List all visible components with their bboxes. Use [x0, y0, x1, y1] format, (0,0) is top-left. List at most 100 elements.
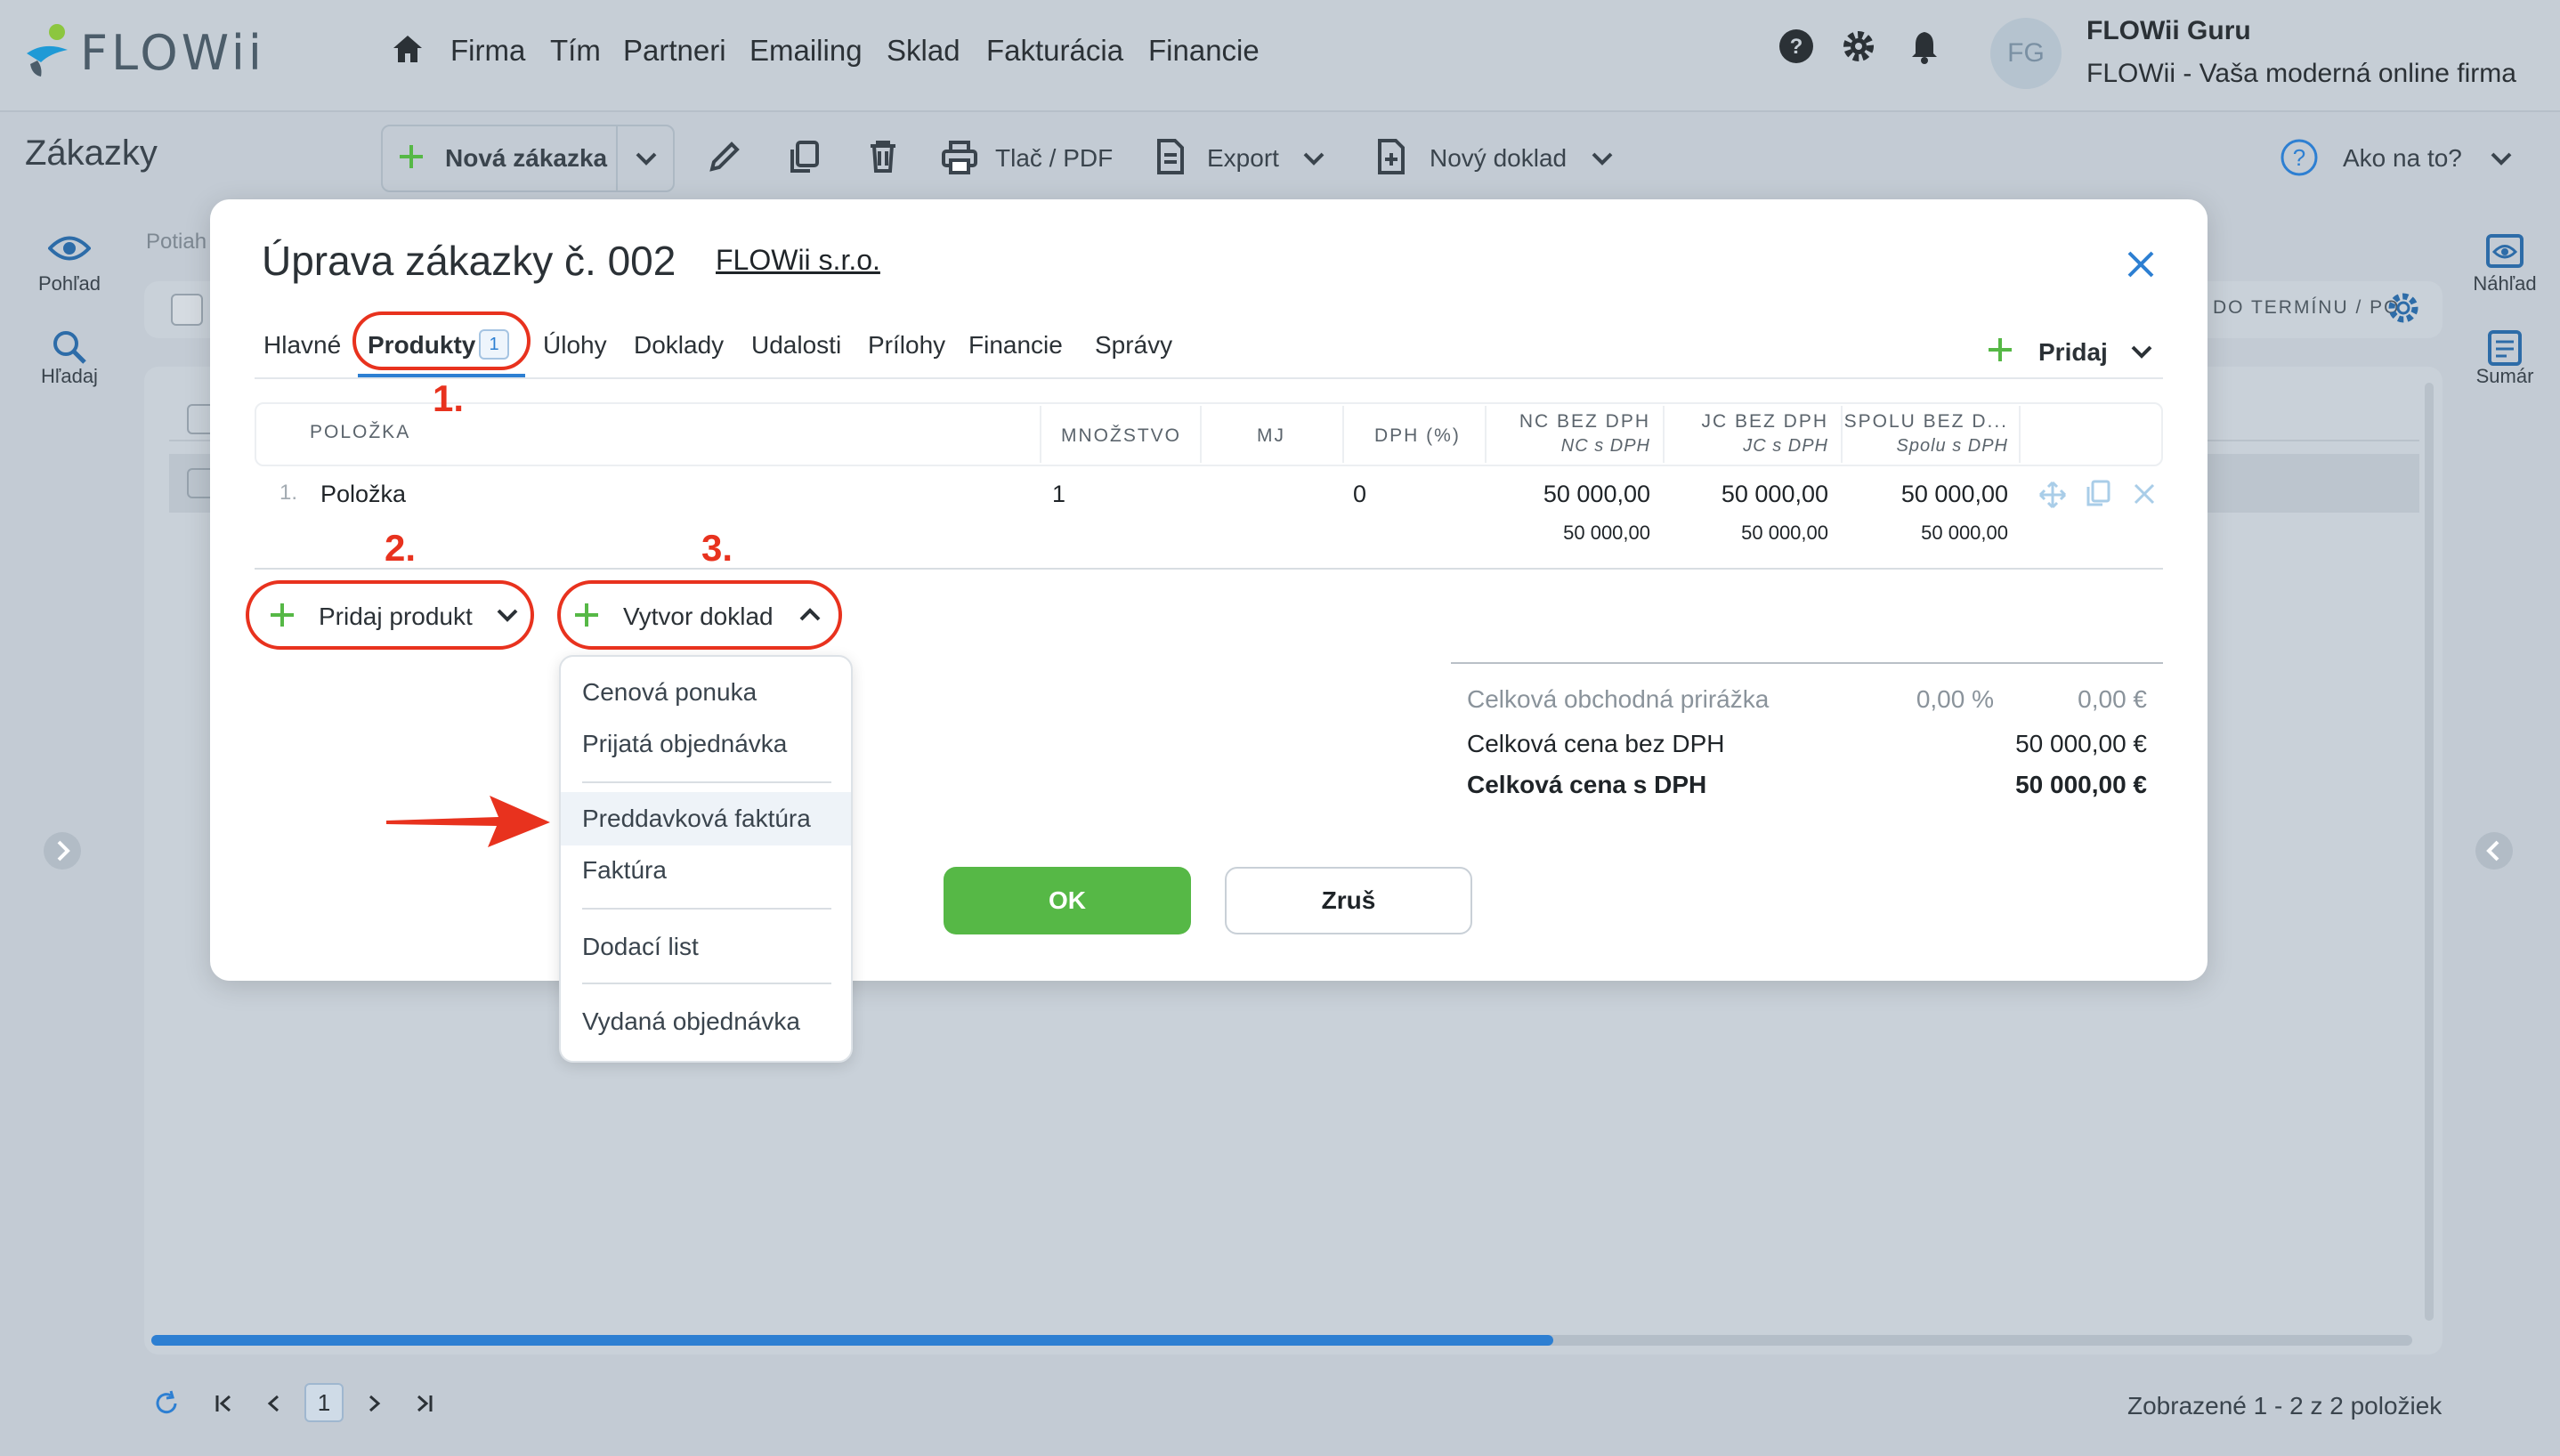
- summary-icon[interactable]: [2487, 329, 2523, 367]
- preview-icon[interactable]: [2485, 233, 2524, 269]
- new-doc-button[interactable]: Nový doklad: [1430, 144, 1567, 173]
- refresh-icon[interactable]: [153, 1390, 180, 1417]
- user-subtitle: FLOWii - Vaša moderná online firma: [2086, 59, 2516, 88]
- chevron-left-icon[interactable]: [2475, 831, 2514, 870]
- menu-item-advance-invoice[interactable]: Preddavková faktúra: [582, 805, 811, 833]
- avatar[interactable]: FG: [1990, 18, 2062, 89]
- flowii-logo-icon[interactable]: [23, 23, 71, 80]
- help-icon[interactable]: ?: [1778, 28, 1814, 64]
- chevron-down-icon[interactable]: [634, 148, 659, 169]
- chevron-down-icon[interactable]: [1301, 148, 1326, 169]
- menu-item-issued-order[interactable]: Vydaná objednávka: [582, 1007, 800, 1036]
- col-jc: JC BEZ DPH: [1701, 411, 1828, 432]
- row-vat[interactable]: 0: [1353, 481, 1366, 508]
- help-link[interactable]: Ako na to?: [2343, 144, 2462, 173]
- next-page-icon[interactable]: [367, 1394, 383, 1413]
- page-number[interactable]: 1: [304, 1383, 344, 1422]
- document-icon[interactable]: [1155, 139, 1186, 174]
- plus-icon: [1987, 336, 2013, 363]
- plus-icon: [397, 142, 425, 171]
- pencil-icon[interactable]: [707, 139, 742, 174]
- row-qty[interactable]: 1: [1052, 481, 1065, 508]
- cancel-button[interactable]: Zruš: [1225, 867, 1472, 934]
- scrollbar-thumb[interactable]: [151, 1335, 1553, 1346]
- menu-separator: [582, 983, 831, 984]
- red-arrow-icon: [383, 790, 552, 851]
- page-title: Zákazky: [25, 133, 158, 173]
- tab-ulohy[interactable]: Úlohy: [543, 331, 607, 360]
- chevron-down-icon[interactable]: [1590, 148, 1615, 169]
- row-jc[interactable]: 50 000,00: [1663, 481, 1828, 508]
- row-total-vat: 50 000,00: [1921, 522, 2008, 544]
- help-circle-icon[interactable]: ?: [2281, 139, 2318, 176]
- tab-spravy[interactable]: Správy: [1095, 331, 1172, 360]
- copy-icon[interactable]: [787, 139, 821, 174]
- col-unit: MJ: [1257, 425, 1285, 446]
- tab-financie[interactable]: Financie: [968, 331, 1063, 360]
- prev-page-icon[interactable]: [265, 1394, 281, 1413]
- col-divider: [2019, 406, 2021, 463]
- summary-label[interactable]: Sumár: [2451, 365, 2558, 388]
- printer-icon[interactable]: [942, 141, 977, 174]
- nav-emailing[interactable]: Emailing: [749, 34, 863, 68]
- nav-fakturacia[interactable]: Fakturácia: [986, 34, 1123, 68]
- add-button[interactable]: Pridaj: [2038, 338, 2108, 367]
- export-button[interactable]: Export: [1207, 144, 1279, 173]
- menu-item-quote[interactable]: Cenová ponuka: [582, 678, 757, 707]
- annotation-number-1: 1.: [433, 377, 465, 419]
- menu-item-received-order[interactable]: Prijatá objednávka: [582, 730, 787, 758]
- chevron-right-icon[interactable]: [43, 831, 82, 870]
- tab-udalosti[interactable]: Udalosti: [751, 331, 841, 360]
- col-divider: [1200, 406, 1202, 463]
- user-name[interactable]: FLOWii Guru: [2086, 16, 2251, 46]
- nav-firma[interactable]: Firma: [450, 34, 525, 68]
- preview-label[interactable]: Náhľad: [2451, 272, 2558, 295]
- menu-item-delivery-note[interactable]: Dodací list: [582, 933, 699, 961]
- close-icon[interactable]: [2126, 249, 2156, 279]
- horizontal-scrollbar[interactable]: [151, 1335, 2412, 1346]
- trash-icon[interactable]: [867, 139, 899, 174]
- checkbox[interactable]: [171, 294, 203, 326]
- company-link[interactable]: FLOWii s.r.o.: [716, 244, 880, 277]
- tab-doklady[interactable]: Doklady: [634, 331, 724, 360]
- nav-sklad[interactable]: Sklad: [887, 34, 960, 68]
- first-page-icon[interactable]: [214, 1394, 235, 1413]
- summary-gross-label: Celková cena s DPH: [1467, 771, 1707, 798]
- col-jc-sub: JC s DPH: [1743, 436, 1828, 456]
- view-label[interactable]: Pohľad: [16, 272, 123, 295]
- vertical-scrollbar[interactable]: [2425, 383, 2434, 1321]
- row-nc[interactable]: 50 000,00: [1485, 481, 1650, 508]
- search-icon[interactable]: [52, 329, 87, 365]
- search-label[interactable]: Hľadaj: [16, 365, 123, 388]
- summary-net-label: Celková cena bez DPH: [1467, 730, 1725, 757]
- annotation-ring-create-doc: [557, 580, 842, 650]
- gear-icon[interactable]: [2386, 290, 2421, 326]
- row-name[interactable]: Položka: [320, 481, 406, 508]
- chevron-down-icon[interactable]: [2489, 148, 2514, 169]
- nav-partneri[interactable]: Partneri: [623, 34, 726, 68]
- col-vat: DPH (%): [1374, 425, 1461, 446]
- col-item: POLOŽKA: [310, 422, 411, 442]
- tab-prilohy[interactable]: Prílohy: [868, 331, 945, 360]
- chevron-down-icon[interactable]: [2129, 342, 2154, 361]
- col-nc: NC BEZ DPH: [1519, 411, 1650, 432]
- copy-icon[interactable]: [2085, 479, 2111, 507]
- new-order-button[interactable]: Nová zákazka: [445, 144, 607, 173]
- col-divider: [1040, 406, 1041, 463]
- nav-tim[interactable]: Tím: [550, 34, 601, 68]
- nav-financie[interactable]: Financie: [1148, 34, 1260, 68]
- home-icon[interactable]: [392, 34, 424, 64]
- new-document-icon[interactable]: [1376, 139, 1406, 174]
- menu-item-invoice[interactable]: Faktúra: [582, 856, 667, 885]
- eye-icon[interactable]: [48, 233, 91, 263]
- tab-hlavne[interactable]: Hlavné: [263, 331, 341, 360]
- move-icon[interactable]: [2038, 481, 2067, 509]
- summary-markup-pct: 0,00 %: [1916, 685, 1994, 713]
- bell-icon[interactable]: [1908, 28, 1940, 64]
- last-page-icon[interactable]: [413, 1394, 434, 1413]
- delete-icon[interactable]: [2133, 482, 2156, 506]
- logo-text[interactable]: FLOWii: [80, 25, 265, 81]
- gear-icon[interactable]: [1841, 28, 1876, 64]
- ok-button[interactable]: OK: [944, 867, 1191, 934]
- print-pdf-button[interactable]: Tlač / PDF: [995, 144, 1113, 173]
